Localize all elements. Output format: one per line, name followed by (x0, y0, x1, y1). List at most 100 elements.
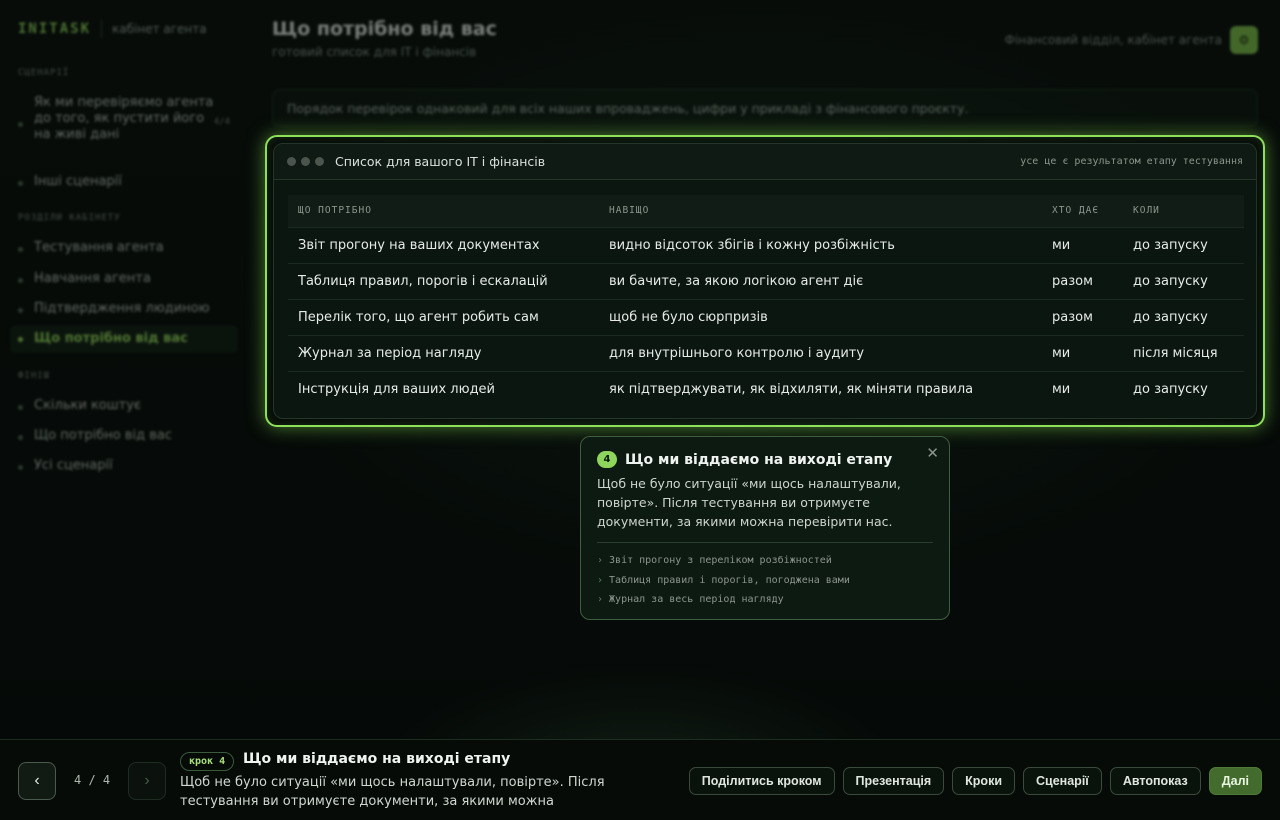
requirements-card: Список для вашого IT і фінансів усе це є… (273, 143, 1257, 419)
sidebar-item-label: Інші сценарії (34, 174, 122, 189)
window-dot-icon (301, 157, 310, 166)
table-cell: разом (1042, 262, 1123, 299)
brand: INITASK кабінет агента (18, 20, 207, 38)
sidebar-item-agent-testing[interactable]: Тестування агента (10, 240, 238, 256)
tour-actions: Поділитись кроком Презентація Кроки Сцен… (688, 767, 1262, 795)
table-cell: Перелік того, що агент робить сам (288, 298, 599, 335)
sidebar-item-label: Скільки коштує (34, 398, 142, 413)
step-number-badge: 4 (597, 451, 617, 468)
sidebar-item-what-we-need-finish[interactable]: Що потрібно від вас (10, 428, 238, 444)
sidebar: INITASK кабінет агента СЦЕНАРІЇ Як ми пе… (0, 0, 248, 740)
sidebar-item-label: Тестування агента (34, 240, 164, 255)
table-row: Перелік того, що агент робить сам щоб не… (288, 298, 1244, 335)
sidebar-item-all-scenarios[interactable]: Усі сценарії (10, 458, 238, 474)
table-cell: щоб не було сюрпризів (599, 298, 1042, 335)
requirements-table: ЩО ПОТРІБНО НАВІЩО ХТО ДАЄ КОЛИ Звіт про… (288, 195, 1244, 407)
table-row: Звіт прогону на ваших документах видно в… (288, 226, 1244, 263)
table-cell: як підтверджувати, як відхиляти, як міня… (599, 370, 1042, 407)
table-cell: до запуску (1123, 298, 1244, 335)
table-cell: до запуску (1123, 226, 1244, 263)
scenarios-button[interactable]: Сценарії (1023, 767, 1102, 795)
table-row: Таблиця правил, порогів і ескалацій ви б… (288, 262, 1244, 299)
header-context: Фінансовий відділ, кабінет агента ⚙ (1005, 26, 1258, 54)
column-header: ЩО ПОТРІБНО (288, 195, 599, 227)
chevron-left-icon: ‹ (34, 772, 40, 789)
chevron-right-icon: › (597, 555, 604, 566)
table-cell: для внутрішнього контролю і аудиту (599, 334, 1042, 371)
list-item: › Звіт прогону з переліком розбіжностей (597, 551, 933, 571)
autoplay-button[interactable]: Автопоказ (1109, 767, 1201, 795)
brand-divider (101, 20, 103, 38)
page-title: Що потрібно від вас (272, 18, 497, 40)
section-finish: ФІНІШ (18, 371, 51, 381)
prev-step-button[interactable]: ‹ (18, 762, 56, 800)
table-cell: після місяця (1123, 334, 1244, 371)
info-notice: Порядок перевірок однаковий для всіх наш… (272, 89, 1258, 127)
sidebar-item-label: Усі сценарії (34, 458, 113, 473)
section-cabinet: РОЗДІЛИ КАБІНЕТУ (18, 213, 121, 223)
sidebar-item-other-scenarios[interactable]: Інші сценарії (10, 174, 238, 190)
share-step-button[interactable]: Поділитись кроком (688, 767, 835, 795)
table-cell: Журнал за період нагляду (288, 334, 599, 371)
list-item-text: Звіт прогону з переліком розбіжностей (609, 555, 832, 566)
chevron-right-icon: › (597, 574, 604, 586)
scenario-count: 4/4 (213, 117, 230, 127)
bullet-icon (18, 308, 23, 313)
bullet-icon (18, 405, 23, 410)
sidebar-item-label: Що потрібно від вас (34, 428, 172, 443)
bullet-icon (18, 247, 23, 252)
divider (597, 542, 933, 543)
sidebar-item-pricing[interactable]: Скільки коштує (10, 398, 238, 414)
chevron-right-icon: › (597, 594, 604, 605)
tour-bar: ‹ 4 / 4 › крок 4 Що ми віддаємо на виход… (0, 739, 1280, 820)
card-note: усе це є результатом етапу тестування (1020, 156, 1243, 167)
chevron-right-icon: › (144, 772, 150, 789)
list-item-text: Журнал за весь період нагляду (609, 594, 784, 605)
bullet-icon (18, 181, 23, 186)
window-dot-icon (287, 157, 296, 166)
brand-subtitle: кабінет агента (112, 22, 207, 36)
sidebar-item-human-confirmation[interactable]: Підтвердження людиною (10, 301, 238, 317)
page-counter: 4 / 4 (74, 773, 111, 787)
step-title: Що ми віддаємо на виході етапу (243, 751, 511, 767)
column-header: КОЛИ (1123, 195, 1244, 227)
list-item: › Журнал за весь період нагляду (597, 590, 933, 610)
table-cell: разом (1042, 298, 1123, 335)
tooltip-list: › Звіт прогону з переліком розбіжностей ›… (597, 551, 933, 610)
table-cell: Звіт прогону на ваших документах (288, 226, 599, 263)
tooltip-title: Що ми віддаємо на виході етапу (625, 451, 893, 468)
bullet-icon (18, 435, 23, 440)
table-cell: ми (1042, 370, 1123, 407)
steps-button[interactable]: Кроки (952, 767, 1016, 795)
table-cell: ви бачите, за якою логікою агент діє (599, 262, 1042, 299)
sidebar-item-label: Підтвердження людиною (34, 301, 210, 316)
table-cell: ми (1042, 226, 1123, 263)
sidebar-item-scenario-testing[interactable]: Як ми перевіряємо агента до того, як пус… (10, 95, 238, 143)
bullet-icon (18, 122, 23, 127)
step-description: Щоб не було ситуації «ми щось налаштувал… (180, 775, 605, 809)
next-button[interactable]: Далі (1208, 767, 1262, 795)
bullet-icon (18, 278, 23, 283)
table-cell: Таблиця правил, порогів і ескалацій (288, 262, 599, 299)
sidebar-item-label: Як ми перевіряємо агента до того, як пус… (34, 95, 214, 142)
gear-icon[interactable]: ⚙ (1230, 26, 1258, 54)
close-icon[interactable]: ✕ (926, 444, 939, 462)
brand-logo: INITASK (18, 21, 92, 37)
table-cell: до запуску (1123, 262, 1244, 299)
list-item-text: Таблиця правил і порогів, погоджена вами (609, 574, 850, 586)
bullet-icon (18, 336, 23, 342)
sidebar-item-what-we-need[interactable]: Що потрібно від вас (10, 325, 238, 353)
column-header: НАВІЩО (599, 195, 1042, 227)
card-title: Список для вашого IT і фінансів (335, 154, 546, 169)
next-step-arrow-button[interactable]: › (128, 762, 166, 800)
presentation-button[interactable]: Презентація (842, 767, 945, 795)
tooltip-body: Щоб не було ситуації «ми щось налаштувал… (597, 476, 901, 529)
sidebar-item-agent-training[interactable]: Навчання агента (10, 271, 238, 287)
sidebar-item-label: Навчання агента (34, 271, 151, 286)
table-row: Інструкція для ваших людей як підтверджу… (288, 370, 1244, 407)
tooltip-header: 4 Що ми віддаємо на виході етапу (597, 451, 933, 468)
card-header: Список для вашого IT і фінансів усе це є… (274, 144, 1256, 180)
tour-tooltip: ✕ 4 Що ми віддаємо на виході етапу Щоб н… (580, 436, 950, 620)
step-badge: крок 4 (180, 752, 235, 771)
context-label: Фінансовий відділ, кабінет агента (1004, 33, 1222, 47)
